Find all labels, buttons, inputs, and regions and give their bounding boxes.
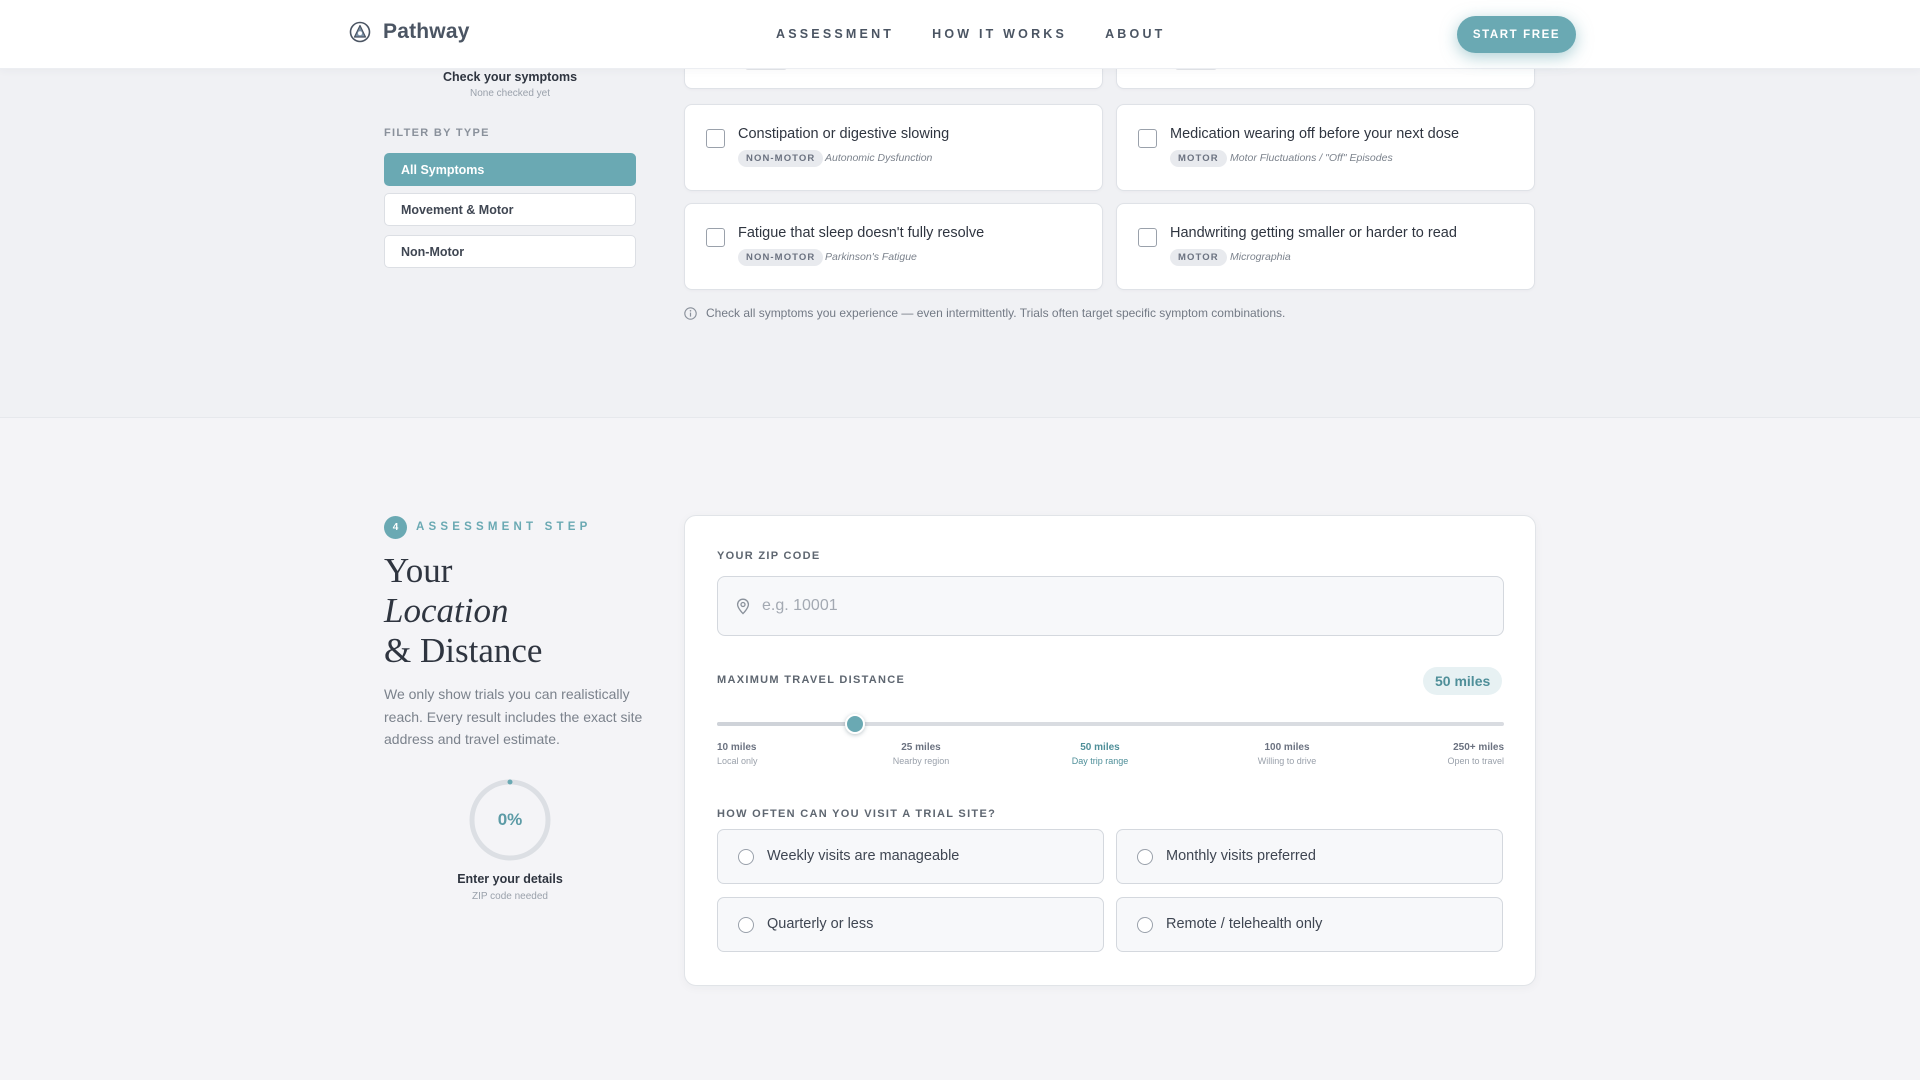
symptom-checkbox[interactable] (1138, 228, 1157, 247)
symptom-summary: Check your symptoms None checked yet (384, 69, 636, 99)
hint-text: Check all symptoms you experience — even… (706, 306, 1286, 320)
progress-percent: 0% (497, 810, 523, 829)
symptom-card[interactable] (1116, 67, 1535, 89)
tick-value: 25 miles (901, 742, 941, 753)
symptom-type-tag: NON-MOTOR (738, 249, 824, 266)
slider-fill (717, 722, 855, 726)
frequency-option-remote[interactable]: Remote / telehealth only (1116, 897, 1503, 952)
start-free-button[interactable]: START FREE (1457, 16, 1576, 53)
tick-value: 100 miles (1264, 742, 1310, 753)
tick-value: 250+ miles (1453, 742, 1504, 753)
main-nav: ASSESSMENT HOW IT WORKS ABOUT (776, 27, 1204, 41)
symptom-type-tag: MOTOR (1170, 249, 1227, 266)
step-number-badge: 4 (384, 516, 407, 539)
tick-value: 10 miles (717, 742, 757, 753)
distance-value-badge: 50 miles (1423, 667, 1503, 695)
symptom-summary-sub: None checked yet (469, 88, 551, 99)
tick-value: 50 miles (1080, 742, 1120, 753)
filter-label: FILTER BY TYPE (384, 127, 490, 139)
heading-line-1: Your (384, 551, 453, 590)
symptom-card[interactable]: Handwriting getting smaller or harder to… (1116, 203, 1535, 290)
filter-movement-motor[interactable]: Movement & Motor (384, 193, 636, 226)
symptom-hint: Check all symptoms you experience — even… (684, 306, 1285, 320)
step-label: ASSESSMENT STEP (416, 521, 592, 533)
progress-title: Enter your details (457, 872, 563, 886)
site-header: Pathway ASSESSMENT HOW IT WORKS ABOUT ST… (0, 0, 1920, 69)
symptom-summary-title: Check your symptoms (442, 70, 578, 84)
symptom-card[interactable]: Constipation or digestive slowing NON-MO… (684, 104, 1103, 191)
tick-sub: Local only (717, 756, 758, 766)
radio-label: Remote / telehealth only (1166, 916, 1323, 932)
symptom-type-tag: NON-MOTOR (738, 150, 824, 167)
filter-all-symptoms[interactable]: All Symptoms (384, 153, 636, 186)
map-pin-icon (736, 598, 750, 615)
nav-assessment[interactable]: ASSESSMENT (776, 27, 894, 41)
tick-sub: Nearby region (892, 756, 950, 766)
symptom-card[interactable]: Medication wearing off before your next … (1116, 104, 1535, 191)
nav-how-it-works[interactable]: HOW IT WORKS (932, 27, 1067, 41)
zip-input[interactable] (762, 577, 1482, 634)
frequency-option-weekly[interactable]: Weekly visits are manageable (717, 829, 1104, 884)
info-icon (684, 306, 697, 320)
slider-tick[interactable]: 10 miles Local only (717, 742, 758, 766)
heading-line-3: & Distance (384, 631, 543, 670)
heading-line-2: Location (384, 591, 509, 630)
distance-slider[interactable] (717, 714, 1504, 734)
radio-label: Weekly visits are manageable (767, 848, 960, 864)
symptom-card[interactable] (684, 67, 1103, 89)
brand-name: Pathway (383, 20, 470, 43)
symptom-checkbox[interactable] (706, 129, 725, 148)
radio-label: Monthly visits preferred (1166, 848, 1316, 864)
symptom-category: Micrographia (1230, 251, 1291, 263)
distance-label: MAXIMUM TRAVEL DISTANCE (717, 674, 906, 686)
radio-button[interactable] (738, 917, 754, 933)
radio-button[interactable] (1137, 917, 1153, 933)
symptom-title: Handwriting getting smaller or harder to… (1170, 225, 1457, 241)
brand[interactable]: Pathway (349, 20, 470, 44)
symptom-title: Medication wearing off before your next … (1170, 126, 1460, 142)
symptom-checkbox[interactable] (1138, 129, 1157, 148)
symptom-category: Motor Fluctuations / "Off" Episodes (1230, 152, 1393, 164)
slider-tick[interactable]: 25 miles Nearby region (871, 742, 971, 766)
frequency-label: HOW OFTEN CAN YOU VISIT A TRIAL SITE? (717, 808, 997, 820)
radio-button[interactable] (738, 849, 754, 865)
tick-sub: Open to travel (1447, 756, 1504, 766)
symptoms-section: Check your symptoms None checked yet FIL… (0, 67, 1920, 418)
symptom-card[interactable]: Fatigue that sleep doesn't fully resolve… (684, 203, 1103, 290)
frequency-option-monthly[interactable]: Monthly visits preferred (1116, 829, 1503, 884)
tick-sub: Day trip range (1071, 756, 1129, 766)
symptom-checkbox[interactable] (706, 228, 725, 247)
filter-non-motor[interactable]: Non-Motor (384, 235, 636, 268)
zip-label: YOUR ZIP CODE (717, 550, 821, 562)
frequency-option-quarterly[interactable]: Quarterly or less (717, 897, 1104, 952)
location-form-panel: YOUR ZIP CODE MAXIMUM TRAVEL DISTANCE 50… (684, 515, 1536, 986)
slider-thumb[interactable] (844, 714, 865, 734)
symptom-category: Autonomic Dysfunction (825, 152, 933, 164)
slider-tick-selected[interactable]: 50 miles Day trip range (1050, 742, 1150, 766)
zip-field[interactable] (717, 576, 1504, 636)
tick-sub: Willing to drive (1257, 756, 1317, 766)
symptom-title: Constipation or digestive slowing (738, 126, 950, 142)
slider-tick[interactable]: 250+ miles Open to travel (1404, 742, 1504, 766)
section-heading: Your Location & Distance (384, 551, 542, 671)
pathway-logo-icon (349, 21, 371, 43)
progress-sub: ZIP code needed (472, 891, 548, 902)
progress-ring: 0% (468, 778, 552, 862)
slider-tick[interactable]: 100 miles Willing to drive (1237, 742, 1337, 766)
section-description: We only show trials you can realisticall… (384, 686, 643, 747)
symptom-type-tag: MOTOR (1170, 150, 1227, 167)
nav-about[interactable]: ABOUT (1105, 27, 1165, 41)
radio-button[interactable] (1137, 849, 1153, 865)
symptom-category: Parkinson's Fatigue (825, 251, 917, 263)
symptom-title: Fatigue that sleep doesn't fully resolve (738, 225, 985, 241)
radio-label: Quarterly or less (767, 916, 874, 932)
